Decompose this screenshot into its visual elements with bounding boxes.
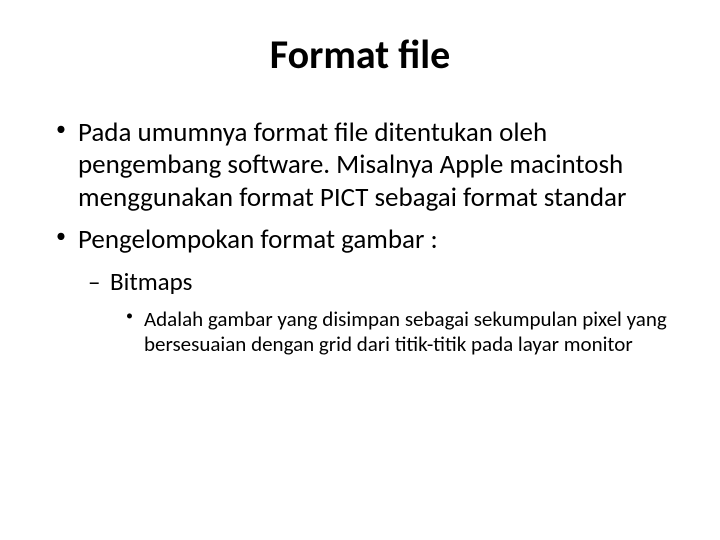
bullet-subsub-item: Adalah gambar yang disimpan sebagai seku… [50, 307, 670, 358]
bullet-sub-item: Bitmaps [50, 267, 670, 297]
bullet-item: Pada umumnya format file ditentukan oleh… [50, 117, 670, 214]
slide-title: Format file [50, 30, 670, 79]
bullet-item: Pengelompokan format gambar : [50, 224, 670, 256]
